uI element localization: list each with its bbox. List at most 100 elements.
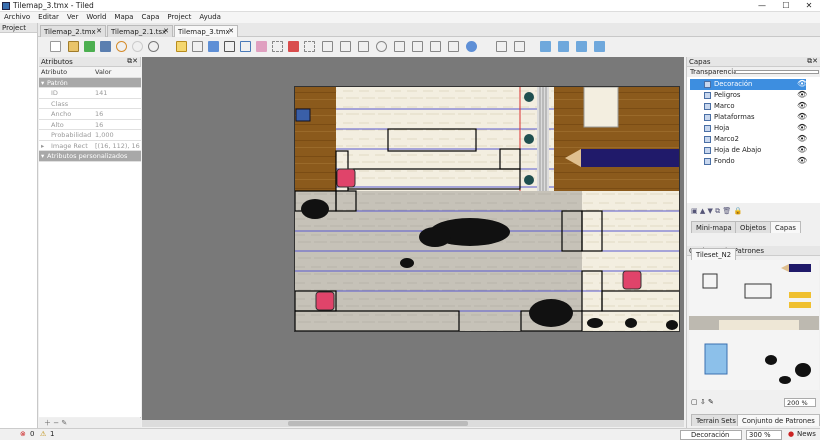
rotate-left-icon[interactable] <box>576 41 587 52</box>
eraser-icon[interactable] <box>256 41 267 52</box>
panel-float-close-icon[interactable]: ⧉✕ <box>807 57 818 66</box>
maximize-button[interactable]: ☐ <box>776 0 796 12</box>
undo-icon[interactable] <box>116 41 127 52</box>
group-patron[interactable]: ▾ Patrón <box>39 77 141 88</box>
visibility-eye-icon[interactable]: 👁 <box>797 112 807 121</box>
layer-decoracion[interactable]: Decoración 👁 <box>690 79 807 90</box>
move-icon[interactable] <box>466 41 477 52</box>
tilemap-view[interactable] <box>294 86 680 332</box>
edit-polygons-icon[interactable] <box>340 41 351 52</box>
attr-row[interactable]: Alto 16 <box>39 119 141 130</box>
rotate-right-icon[interactable] <box>594 41 605 52</box>
delete-layer-icon[interactable]: 🗑 <box>722 207 731 215</box>
visibility-eye-icon[interactable]: 👁 <box>797 134 807 143</box>
tab-tileset-n2[interactable]: Tileset_N2 <box>691 248 737 260</box>
export-icon[interactable] <box>100 41 111 52</box>
flip-vertical-icon[interactable] <box>558 41 569 52</box>
magic-wand-icon[interactable] <box>288 41 299 52</box>
error-icon[interactable]: ⊗ <box>20 430 26 438</box>
tab-minimapa[interactable]: Mini-mapa <box>691 221 737 233</box>
menu-world[interactable]: World <box>82 12 110 21</box>
horizontal-scrollbar[interactable] <box>142 420 684 427</box>
new-file-icon[interactable] <box>50 41 61 52</box>
layer-hoja[interactable]: Hoja 👁 <box>690 123 807 134</box>
collapse-arrow-icon[interactable]: ▾ <box>41 79 44 87</box>
tab-conjunto-de-patrones[interactable]: Conjunto de Patrones <box>737 414 820 426</box>
insert-ellipse-icon[interactable] <box>376 41 387 52</box>
menu-editar[interactable]: Editar <box>34 12 63 21</box>
layer-hoja-de-abajo[interactable]: Hoja de Abajo 👁 <box>690 145 807 156</box>
menu-project[interactable]: Project <box>163 12 195 21</box>
tab-tilemap-2-1[interactable]: Tilemap_2.1.tsx ✕ <box>107 25 173 37</box>
tab-tilemap-3[interactable]: Tilemap_3.tmx ✕ <box>174 25 238 37</box>
new-tileset-icon[interactable]: ▢ <box>691 398 698 406</box>
insert-tile-icon[interactable] <box>412 41 423 52</box>
close-tab-icon[interactable]: ✕ <box>228 27 234 35</box>
rect-select-icon[interactable] <box>272 41 283 52</box>
tab-terrain-sets[interactable]: Terrain Sets <box>691 414 741 426</box>
world-tool-icon[interactable] <box>514 41 525 52</box>
close-window-button[interactable]: ✕ <box>799 0 819 12</box>
tileset-zoom-select[interactable]: 200 % <box>784 398 816 407</box>
layer-peligros[interactable]: Peligros 👁 <box>690 90 807 101</box>
embed-tileset-icon[interactable]: ⇩ <box>700 398 706 406</box>
link-icon[interactable] <box>496 41 507 52</box>
close-tab-icon[interactable]: ✕ <box>163 27 169 35</box>
insert-rectangle-icon[interactable] <box>358 41 369 52</box>
minimize-button[interactable]: — <box>752 0 772 12</box>
attr-row[interactable]: Class <box>39 98 141 109</box>
layer-marco2[interactable]: Marco2 👁 <box>690 134 807 145</box>
tab-tilemap-2[interactable]: Tilemap_2.tmx ✕ <box>40 25 106 37</box>
random-mode-icon[interactable] <box>148 41 159 52</box>
visibility-eye-icon[interactable]: 👁 <box>797 101 807 110</box>
attr-row[interactable]: ID 141 <box>39 88 141 99</box>
scrollbar-thumb[interactable] <box>288 421 468 426</box>
insert-text-icon[interactable] <box>448 41 459 52</box>
stamp-brush-icon[interactable] <box>176 41 187 52</box>
duplicate-layer-icon[interactable]: ⧉ <box>715 207 720 215</box>
edit-tileset-icon[interactable]: ✎ <box>708 398 714 406</box>
flip-horizontal-icon[interactable] <box>540 41 551 52</box>
panel-float-close-icon[interactable]: ⧉✕ <box>127 57 138 66</box>
remove-property-icon[interactable]: − <box>53 419 59 427</box>
close-tab-icon[interactable]: ✕ <box>96 27 102 35</box>
visibility-eye-icon[interactable]: 👁 <box>797 79 807 88</box>
attr-row[interactable]: ▸Image Rect[(16, 112), 16 x ... <box>39 140 141 158</box>
rename-property-icon[interactable]: ✎ <box>61 419 67 427</box>
menu-archivo[interactable]: Archivo <box>0 12 34 21</box>
news-icon[interactable]: ● <box>788 430 794 438</box>
tab-objetos[interactable]: Objetos <box>735 221 772 233</box>
collapse-arrow-icon[interactable]: ▾ <box>41 152 44 160</box>
shape-fill-icon[interactable] <box>240 41 251 52</box>
select-same-tile-icon[interactable] <box>304 41 315 52</box>
redo-icon[interactable] <box>132 41 143 52</box>
move-up-icon[interactable]: ▲ <box>700 207 705 215</box>
visibility-eye-icon[interactable]: 👁 <box>797 123 807 132</box>
lock-icon[interactable]: 🔒 <box>733 207 742 215</box>
wang-brush-icon[interactable] <box>208 41 219 52</box>
terrain-brush-icon[interactable] <box>192 41 203 52</box>
save-icon[interactable] <box>84 41 95 52</box>
news-button[interactable]: News <box>797 430 816 438</box>
visibility-eye-icon[interactable]: 👁 <box>797 145 807 154</box>
menu-ver[interactable]: Ver <box>63 12 82 21</box>
select-objects-icon[interactable] <box>322 41 333 52</box>
tileset-view[interactable] <box>689 260 819 390</box>
expand-arrow-icon[interactable]: ▸ <box>41 142 44 150</box>
layer-plataformas[interactable]: Plataformas 👁 <box>690 112 807 123</box>
insert-polygon-icon[interactable] <box>394 41 405 52</box>
menu-mapa[interactable]: Mapa <box>110 12 137 21</box>
visibility-eye-icon[interactable]: 👁 <box>797 156 807 165</box>
insert-template-icon[interactable] <box>430 41 441 52</box>
zoom-select[interactable]: 300 % <box>746 430 782 440</box>
group-custom-attributes[interactable]: ▾ Atributos personalizados <box>39 151 141 162</box>
layer-fondo[interactable]: Fondo 👁 <box>690 156 807 167</box>
bucket-fill-icon[interactable] <box>224 41 235 52</box>
attr-row[interactable]: Probabilidad 1,000 <box>39 130 141 141</box>
menu-capa[interactable]: Capa <box>137 12 163 21</box>
opacity-slider[interactable] <box>735 70 819 74</box>
visibility-eye-icon[interactable]: 👁 <box>797 90 807 99</box>
warning-icon[interactable]: ⚠ <box>40 430 46 438</box>
tab-capas[interactable]: Capas <box>770 221 801 233</box>
current-layer-select[interactable]: Decoración <box>680 430 742 440</box>
